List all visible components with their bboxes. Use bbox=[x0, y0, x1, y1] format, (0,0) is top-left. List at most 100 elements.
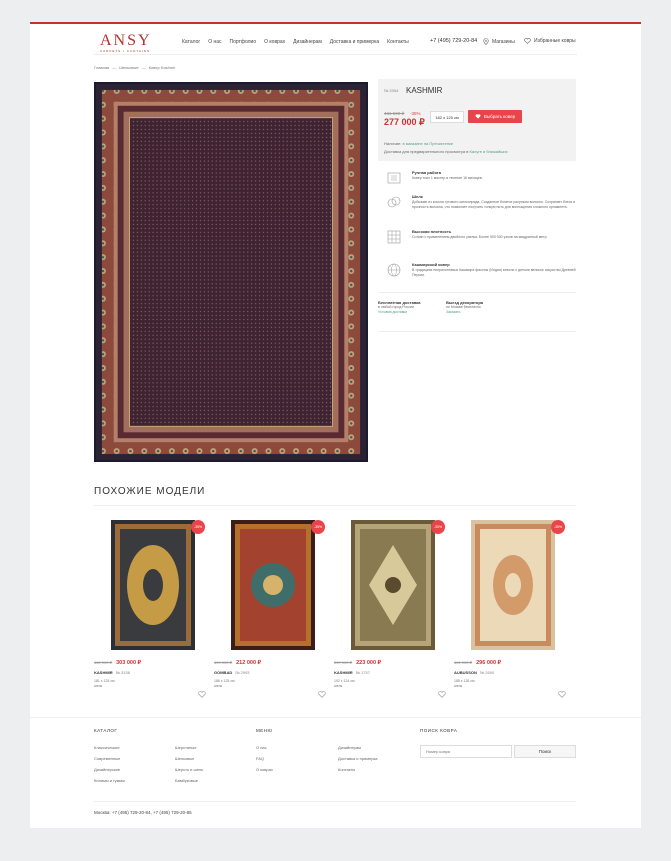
footer-link[interactable]: О коврах bbox=[256, 764, 273, 775]
logo[interactable]: ANSY bbox=[100, 32, 152, 50]
product-sku: № 2690 bbox=[479, 670, 495, 675]
feature-kashmir: Кашмирский ковер В традициях неприхотливы… bbox=[386, 262, 576, 278]
product-price: 223 000 ₽ bbox=[356, 660, 382, 666]
product-sku: № 2993 bbox=[235, 670, 250, 675]
current-price: 277 000 ₽ bbox=[384, 117, 425, 127]
breadcrumb-current: Ковер Kashmir bbox=[148, 65, 176, 70]
favorite-heart-icon[interactable] bbox=[558, 691, 566, 698]
nav-item-portfolio[interactable]: Портфолио bbox=[230, 39, 257, 45]
footer-link[interactable]: Шелковые bbox=[175, 753, 203, 764]
footer-link[interactable]: FAQ bbox=[256, 753, 273, 764]
breadcrumb-sep: — bbox=[141, 65, 146, 70]
product-name: KASHMIR bbox=[334, 670, 353, 675]
feature-title: Шелк bbox=[412, 194, 423, 199]
delivery-terms-link[interactable]: Условия доставки bbox=[378, 310, 407, 314]
feature-text: Ковер ткал 1 мастер в течение 16 месяцев… bbox=[412, 176, 483, 180]
footer-menu-col1: О нас FAQ О коврах bbox=[256, 742, 273, 775]
availability-link[interactable]: в магазине на Пречистенке bbox=[402, 141, 453, 146]
nav-item-delivery[interactable]: Доставка и примерка bbox=[330, 39, 379, 45]
feature-handmade: Ручная работа Ковер ткал 1 мастер в течен… bbox=[386, 170, 576, 186]
stores-link[interactable]: Магазины bbox=[483, 38, 515, 45]
footer-link[interactable]: Килимы и гуммы bbox=[94, 775, 125, 786]
feature-title: Высокая плотность bbox=[412, 229, 452, 234]
heart-icon bbox=[524, 38, 531, 44]
favorites-link[interactable]: Избранные ковры bbox=[524, 38, 576, 44]
footer-search-title: ПОИСК КОВРА bbox=[420, 728, 458, 733]
favorite-heart-icon[interactable] bbox=[318, 691, 326, 698]
delivery-link[interactable]: Калуге и ближайших bbox=[469, 149, 507, 154]
favorite-heart-icon[interactable] bbox=[198, 691, 206, 698]
product-name: KASHMIR bbox=[94, 670, 113, 675]
product-name: GOMBAD bbox=[214, 670, 233, 675]
product-thumbnail[interactable]: -35% bbox=[111, 520, 205, 650]
nav-item-about[interactable]: О нас bbox=[208, 39, 221, 45]
header-phone[interactable]: +7 (495) 729-20-84 bbox=[430, 38, 477, 44]
footer-menu-col2: Дизайнерам Доставка и примерка Контакты bbox=[338, 742, 378, 775]
product-old-price: 462 000 ₽ bbox=[94, 660, 113, 665]
product-thumbnail[interactable]: -30% bbox=[351, 520, 445, 650]
product-price: 303 000 ₽ bbox=[116, 660, 142, 666]
feature-text: В традициях неприхотливых Кашмира фасоны… bbox=[412, 268, 576, 277]
favorite-heart-icon[interactable] bbox=[438, 691, 446, 698]
globe-icon bbox=[387, 263, 401, 277]
delivery-prefix: Доставка для предварительного просмотра … bbox=[384, 149, 469, 154]
product-sku: № 1757 bbox=[355, 670, 370, 675]
similar-heading: ПОХОЖИЕ МОДЕЛИ bbox=[94, 486, 206, 497]
similar-product-4[interactable]: -35% 461 000 ₽296 000 ₽ AUBUSSON № 2690 1… bbox=[454, 520, 572, 698]
footer-catalog-col2: Шерстяные Шелковые Шерсть и шелк Бамбуко… bbox=[175, 742, 203, 786]
similar-product-3[interactable]: -30% 337 000 ₽223 000 ₽ KASHMIR № 1757 19… bbox=[334, 520, 452, 698]
header-divider bbox=[94, 54, 577, 55]
discount-badge: -30% bbox=[431, 520, 445, 534]
footer-link[interactable]: Бамбуковые bbox=[175, 775, 203, 786]
footer-link[interactable]: Шерсть и шелк bbox=[175, 764, 203, 775]
page: ANSY CARPETS ▪ CURTAINS Каталог О нас По… bbox=[30, 22, 641, 828]
nav-item-contacts[interactable]: Контакты bbox=[387, 39, 409, 45]
footer-link[interactable]: Шерстяные bbox=[175, 742, 203, 753]
nav-item-about-carpets[interactable]: О коврах bbox=[264, 39, 285, 45]
footer-menu-title: МЕНЮ bbox=[256, 728, 273, 733]
footer-link[interactable]: О нас bbox=[256, 742, 273, 753]
footer-link[interactable]: Контакты bbox=[338, 764, 378, 775]
feature-text: Соткан с применением двойного узелка. Бо… bbox=[412, 235, 548, 239]
logo-subtitle: CARPETS ▪ CURTAINS bbox=[100, 49, 150, 53]
product-title: KASHMIR bbox=[406, 86, 443, 95]
footer-link[interactable]: Современные bbox=[94, 753, 125, 764]
footer-link[interactable]: Дизайнерские bbox=[94, 764, 125, 775]
product-thumbnail[interactable]: -35% bbox=[231, 520, 325, 650]
discount-badge: -35% bbox=[191, 520, 205, 534]
product-thumbnail[interactable]: -35% bbox=[471, 520, 565, 650]
similar-product-2[interactable]: -35% 409 000 ₽212 000 ₽ GOMBAD № 2993 186… bbox=[214, 520, 332, 698]
product-old-price: 461 000 ₽ bbox=[454, 660, 473, 665]
choose-carpet-button[interactable]: Выбрать ковер bbox=[468, 110, 522, 123]
divider bbox=[378, 292, 576, 293]
search-button[interactable]: Поиск bbox=[514, 745, 576, 758]
product-sku: № 3354 bbox=[384, 88, 399, 93]
footer-catalog-title: КАТАЛОГ bbox=[94, 728, 118, 733]
product-image[interactable] bbox=[94, 82, 368, 462]
feature-text: Добываю из кокона тутового шелкопряда. С… bbox=[412, 200, 576, 209]
nav-item-catalog[interactable]: Каталог bbox=[182, 39, 200, 45]
footer-link[interactable]: Дизайнерам bbox=[338, 742, 378, 753]
product-name: AUBUSSON bbox=[454, 670, 477, 675]
feature-title: Кашмирский ковер bbox=[412, 262, 450, 267]
main-nav: Каталог О нас Портфолио О коврах Дизайне… bbox=[182, 39, 409, 45]
footer-link[interactable]: Доставка и примерка bbox=[338, 753, 378, 764]
discount-badge: -35% bbox=[311, 520, 325, 534]
product-material: шелк bbox=[334, 684, 343, 688]
location-pin-icon bbox=[483, 38, 489, 45]
similar-product-1[interactable]: -35% 462 000 ₽303 000 ₽ KASHMIR № 3158 18… bbox=[94, 520, 212, 698]
order-decorator-link[interactable]: Заказать bbox=[446, 310, 460, 314]
hand-icon bbox=[387, 172, 401, 184]
carpet-search-input[interactable] bbox=[420, 745, 512, 758]
availability-info: Наличие: в магазине на Пречистенке Доста… bbox=[384, 140, 508, 156]
product-material: шелк bbox=[454, 684, 463, 688]
divider bbox=[94, 801, 576, 802]
footer-link[interactable]: Классические bbox=[94, 742, 125, 753]
nav-item-designers[interactable]: Дизайнерам bbox=[293, 39, 322, 45]
size-option[interactable]: 182 x 125 см bbox=[430, 111, 464, 123]
breadcrumb-silk[interactable]: Шелковые bbox=[119, 65, 138, 70]
breadcrumb-home[interactable]: Главная bbox=[94, 65, 109, 70]
feature-density: Высокая плотность Соткан с применением дв… bbox=[386, 229, 576, 245]
footer-phones: Москва: +7 (495) 729-20-84, +7 (495) 729… bbox=[94, 810, 192, 815]
feature-title: Ручная работа bbox=[412, 170, 441, 175]
